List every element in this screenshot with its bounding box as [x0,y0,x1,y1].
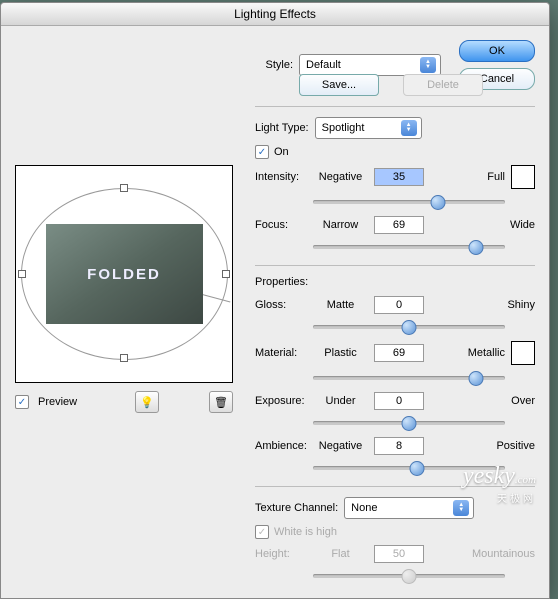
texture-channel-select[interactable]: None▲▼ [344,497,474,519]
preview-checkbox[interactable]: Preview [15,395,77,409]
window-title: Lighting Effects [1,3,549,26]
height-field: 50 [374,545,424,563]
trash-icon[interactable]: 🗑 [209,391,233,413]
handle-bottom[interactable] [120,354,128,362]
intensity-label: Intensity: [255,171,313,183]
intensity-slider[interactable] [313,192,535,210]
ok-button[interactable]: OK [459,40,535,62]
properties-label: Properties: [255,276,535,288]
focus-field[interactable]: 69 [374,216,424,234]
white-is-high-checkbox: White is high [255,525,535,539]
exposure-field[interactable]: 0 [374,392,424,410]
ambience-field[interactable]: 8 [374,437,424,455]
delete-button: Delete [403,74,483,96]
lighting-effects-dialog: Lighting Effects FOLDED Preview 💡 🗑 [0,2,550,599]
gloss-field[interactable]: 0 [374,296,424,314]
light-type-label: Light Type: [255,122,309,134]
watermark: yesky.com 天极网 [463,463,536,505]
style-label: Style: [255,59,293,71]
material-field[interactable]: 69 [374,344,424,362]
texture-channel-label: Texture Channel: [255,502,338,514]
on-checkbox[interactable]: On [255,145,535,159]
exposure-slider[interactable] [313,413,535,431]
handle-left[interactable] [18,270,26,278]
style-select[interactable]: Default▲▼ [299,54,441,76]
lightbulb-icon[interactable]: 💡 [135,391,159,413]
material-slider[interactable] [313,368,535,386]
preview-canvas[interactable]: FOLDED [15,165,233,383]
intensity-field[interactable]: 35 [374,168,424,186]
focus-label: Focus: [255,219,313,231]
handle-top[interactable] [120,184,128,192]
save-button[interactable]: Save... [299,74,379,96]
height-slider [313,566,535,584]
light-color-swatch[interactable] [511,165,535,189]
updown-icon: ▲▼ [401,120,417,136]
updown-icon: ▲▼ [420,57,436,73]
handle-right[interactable] [222,270,230,278]
ambient-color-swatch[interactable] [511,341,535,365]
gloss-slider[interactable] [313,317,535,335]
light-type-select[interactable]: Spotlight▲▼ [315,117,422,139]
focus-slider[interactable] [313,237,535,255]
preview-image: FOLDED [46,224,203,324]
